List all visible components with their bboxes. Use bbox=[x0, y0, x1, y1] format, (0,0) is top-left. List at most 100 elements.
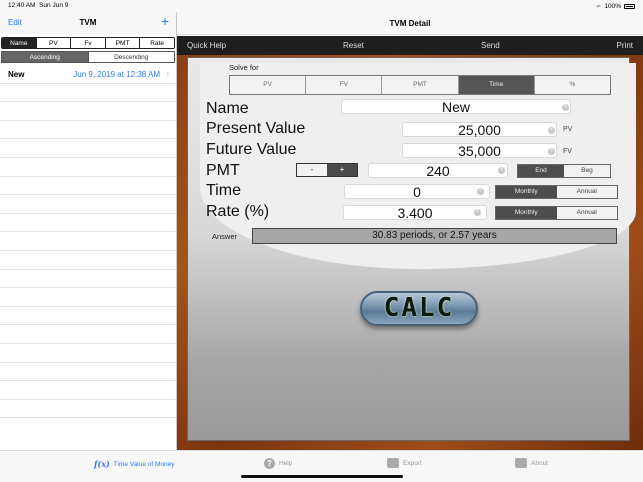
fv-unit: FV bbox=[563, 148, 572, 155]
empty-row bbox=[0, 270, 176, 289]
pv-unit: PV bbox=[563, 126, 573, 133]
chevron-right-icon: › bbox=[166, 69, 169, 78]
detail-nav-bar: TVM Detail bbox=[177, 12, 643, 35]
tab-export[interactable]: Export bbox=[387, 458, 422, 468]
empty-row bbox=[0, 325, 176, 344]
fv-label: Future Value bbox=[206, 141, 297, 158]
pmt-sign-segment: - + bbox=[296, 163, 358, 177]
time-period-segment: Monthly Annual bbox=[495, 185, 618, 199]
print-button[interactable]: Print bbox=[617, 41, 633, 50]
solve-for-label: Solve for bbox=[229, 63, 259, 72]
pmt-beg[interactable]: Beg bbox=[564, 165, 610, 177]
help-icon: ? bbox=[264, 458, 275, 469]
order-ascending[interactable]: Ascending bbox=[2, 52, 89, 62]
rate-monthly[interactable]: Monthly bbox=[496, 207, 557, 219]
plus-button[interactable]: + bbox=[327, 164, 357, 176]
empty-row bbox=[0, 102, 176, 121]
empty-row bbox=[0, 251, 176, 270]
solve-rate[interactable]: % bbox=[535, 76, 610, 94]
detail-title: TVM Detail bbox=[389, 19, 431, 28]
empty-row bbox=[0, 400, 176, 419]
fv-field[interactable]: 35,000 bbox=[402, 143, 557, 158]
list-item-date: Jun 9, 2019 at 12:38 AM bbox=[73, 70, 160, 79]
wood-frame: Solve for PV FV PMT Time % Name New × Pr… bbox=[177, 55, 643, 450]
empty-row bbox=[0, 177, 176, 196]
empty-row bbox=[0, 195, 176, 214]
master-title: TVM bbox=[79, 18, 97, 27]
master-nav-bar: Edit TVM + bbox=[0, 12, 176, 34]
empty-row bbox=[0, 214, 176, 233]
clear-icon[interactable]: × bbox=[548, 127, 555, 134]
sort-pmt[interactable]: PMT bbox=[105, 38, 141, 48]
sort-fv[interactable]: Fv bbox=[71, 38, 106, 48]
solve-pv[interactable]: PV bbox=[230, 76, 307, 94]
order-descending[interactable]: Descending bbox=[88, 52, 174, 62]
detail-toolbar: Quick Help Reset Send Print bbox=[177, 36, 643, 55]
tab-help[interactable]: ? Help bbox=[264, 458, 292, 469]
export-icon bbox=[387, 458, 399, 468]
reset-button[interactable]: Reset bbox=[343, 41, 364, 50]
empty-row bbox=[0, 344, 176, 363]
home-indicator bbox=[241, 475, 403, 478]
sort-pv[interactable]: PV bbox=[36, 38, 72, 48]
solve-for-segment: PV FV PMT Time % bbox=[229, 75, 611, 95]
empty-row bbox=[0, 121, 176, 140]
wifi-icon: ∽ bbox=[595, 3, 602, 10]
solve-fv[interactable]: FV bbox=[306, 76, 383, 94]
plus-icon[interactable]: + bbox=[161, 14, 169, 28]
answer-display: 30.83 periods, or 2.57 years bbox=[252, 228, 617, 244]
empty-row bbox=[0, 307, 176, 326]
folder-icon bbox=[515, 458, 527, 468]
time-annual[interactable]: Annual bbox=[556, 186, 617, 198]
pmt-timing-segment: End Beg bbox=[517, 164, 611, 178]
solve-time[interactable]: Time bbox=[458, 76, 535, 94]
empty-row bbox=[0, 84, 176, 103]
name-field[interactable]: New bbox=[341, 99, 571, 114]
fx-icon: f(x) bbox=[94, 459, 110, 469]
clear-icon[interactable]: × bbox=[548, 148, 555, 155]
sort-name[interactable]: Name bbox=[2, 38, 37, 48]
empty-row bbox=[0, 139, 176, 158]
empty-row bbox=[0, 381, 176, 400]
status-bar: 12:40 AM Sun Jun 9 ∽ 100% bbox=[0, 0, 643, 12]
sort-field-segment: Name PV Fv PMT Rate bbox=[1, 37, 175, 49]
tab-time-value-of-money[interactable]: f(x) Time Value of Money bbox=[94, 459, 174, 469]
pmt-field[interactable]: 240 bbox=[368, 163, 508, 178]
clear-icon[interactable]: × bbox=[562, 104, 569, 111]
rate-field[interactable]: 3.400 bbox=[343, 205, 487, 220]
solve-pmt[interactable]: PMT bbox=[382, 76, 459, 94]
pv-field[interactable]: 25,000 bbox=[402, 122, 557, 137]
clear-icon[interactable]: × bbox=[498, 167, 505, 174]
calc-button[interactable]: CALC bbox=[360, 291, 478, 326]
clear-icon[interactable]: × bbox=[474, 209, 481, 216]
name-label: Name bbox=[206, 100, 249, 117]
send-button[interactable]: Send bbox=[481, 41, 500, 50]
empty-row bbox=[0, 363, 176, 382]
sort-order-segment: Ascending Descending bbox=[1, 51, 175, 63]
time-monthly[interactable]: Monthly bbox=[496, 186, 557, 198]
rate-period-segment: Monthly Annual bbox=[495, 206, 618, 220]
status-time-date: 12:40 AM Sun Jun 9 bbox=[8, 2, 69, 9]
quick-help-button[interactable]: Quick Help bbox=[187, 41, 226, 50]
minus-button[interactable]: - bbox=[297, 164, 327, 176]
tab-about[interactable]: About bbox=[515, 458, 548, 468]
rate-annual[interactable]: Annual bbox=[556, 207, 617, 219]
battery-icon bbox=[624, 3, 635, 9]
calc-label: CALC bbox=[383, 293, 455, 323]
time-field[interactable]: 0 bbox=[344, 184, 490, 199]
rate-label: Rate (%) bbox=[206, 203, 270, 220]
time-label: Time bbox=[206, 182, 241, 199]
empty-row bbox=[0, 288, 176, 307]
clear-icon[interactable]: × bbox=[477, 188, 484, 195]
pv-label: Present Value bbox=[206, 120, 306, 137]
empty-row bbox=[0, 158, 176, 177]
pmt-end[interactable]: End bbox=[518, 165, 564, 177]
pmt-label: PMT bbox=[206, 162, 240, 179]
status-right: ∽ 100% bbox=[596, 2, 635, 10]
master-pane: Edit TVM + Name PV Fv PMT Rate Ascending… bbox=[0, 12, 177, 450]
list-item-name: New bbox=[8, 70, 25, 79]
list-item[interactable]: New Jun 9, 2019 at 12:38 AM › bbox=[0, 65, 176, 84]
answer-label: Answer bbox=[212, 232, 238, 241]
sort-rate[interactable]: Rate bbox=[140, 38, 174, 48]
battery-percent: 100% bbox=[604, 2, 621, 10]
